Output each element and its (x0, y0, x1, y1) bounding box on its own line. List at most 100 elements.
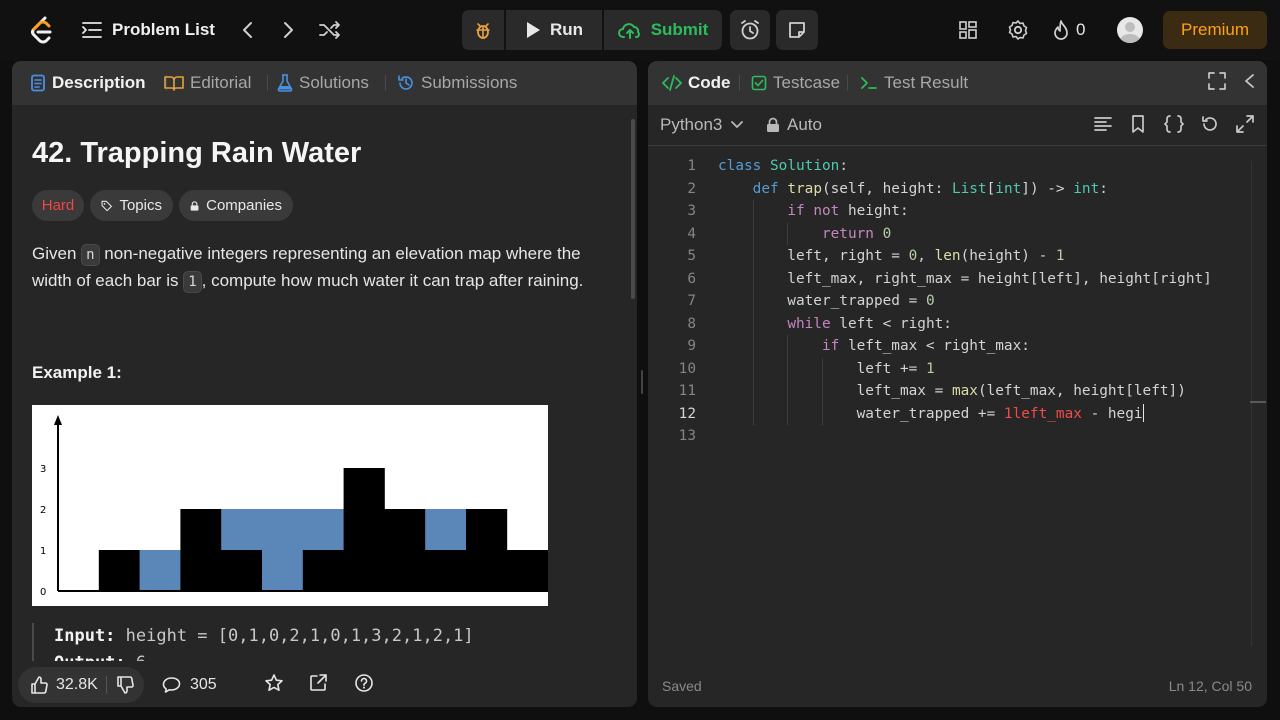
favorite-button[interactable] (264, 673, 284, 698)
companies-button[interactable]: Companies (179, 190, 293, 221)
shuffle-button[interactable] (315, 16, 345, 44)
statement-text: Given (32, 244, 82, 263)
bug-icon (476, 23, 490, 39)
description-scroll-thumb[interactable] (631, 119, 635, 299)
code-line[interactable]: 2 def trap(self, height: List[int]) -> i… (648, 178, 1248, 201)
code-text: if not height: (787, 203, 909, 219)
elevation-bar (98, 550, 140, 591)
code-line[interactable]: 6 left_max, right_max = height[left], he… (648, 268, 1248, 291)
language-select[interactable]: Python3 (660, 115, 744, 135)
next-problem-button[interactable] (276, 16, 302, 44)
y-tick-label: 3 (40, 464, 46, 475)
gear-icon (1008, 20, 1028, 40)
bookmark-button[interactable] (1128, 114, 1148, 139)
thumbs-down-icon (117, 676, 134, 694)
output-label: Output: (54, 653, 126, 661)
indent-guide (752, 312, 754, 335)
indent-guide (752, 267, 754, 290)
description-panel: Description Editorial Solutions Submissi… (12, 61, 637, 707)
leetcode-logo-icon[interactable] (26, 14, 58, 46)
run-button[interactable]: Run (506, 10, 602, 50)
indent-guide (752, 200, 754, 223)
collapse-panel-button[interactable] (1243, 71, 1255, 96)
like-button[interactable]: 32.8K (18, 667, 106, 703)
lock-icon (190, 200, 199, 211)
help-button[interactable] (354, 673, 374, 698)
tab-divider (739, 75, 740, 91)
share-button[interactable] (308, 673, 328, 698)
streak-counter[interactable]: 0 (1052, 16, 1085, 44)
y-axis-arrow (54, 415, 62, 425)
tab-submissions-label: Submissions (421, 73, 518, 92)
code-line[interactable]: 1 class Solution: (648, 155, 1248, 178)
tag-icon (101, 200, 112, 211)
elevation-bar (343, 468, 385, 591)
tab-solutions[interactable]: Solutions (277, 61, 369, 105)
tab-testcase[interactable]: Testcase (751, 61, 840, 105)
run-label: Run (549, 20, 584, 39)
code-line[interactable]: 13 (648, 425, 1248, 448)
code-line[interactable]: 10 left += 1 (648, 358, 1248, 381)
language-label: Python3 (660, 115, 723, 134)
tab-testcase-label: Testcase (773, 73, 841, 92)
comments-button[interactable]: 305 (162, 671, 217, 699)
indent-guide (752, 357, 754, 380)
fullscreen-button[interactable] (1235, 114, 1255, 139)
code-line[interactable]: 3 if not height: (648, 200, 1248, 223)
line-number: 3 (687, 203, 696, 219)
code-line[interactable]: 9 if left_max < right_max: (648, 335, 1248, 358)
previous-problem-button[interactable] (234, 16, 260, 44)
tab-test-result[interactable]: Test Result (860, 61, 968, 105)
editor-status-bar: Saved Ln 12, Col 50 (648, 673, 1267, 699)
tab-divider (267, 75, 268, 91)
chevron-right-icon (284, 22, 293, 38)
code-editor[interactable]: 1 class Solution: 2 def trap(self, height:… (648, 155, 1248, 455)
problem-list-label: Problem List (112, 20, 215, 39)
code-text: water_trapped = 0 (718, 293, 935, 309)
reset-button[interactable] (1200, 114, 1220, 139)
line-number: 8 (687, 315, 696, 332)
star-icon (265, 674, 283, 691)
code-text: left += 1 (856, 360, 935, 377)
auto-mode-toggle[interactable]: Auto (766, 115, 822, 135)
layout-button[interactable] (954, 16, 982, 44)
format-button[interactable] (1093, 114, 1113, 139)
checkbox-icon (751, 75, 767, 91)
notes-button[interactable] (776, 10, 818, 50)
maximize-button[interactable] (1207, 71, 1227, 96)
example-io-block: Input: height = [0,1,0,2,1,0,1,3,2,1,2,1… (32, 623, 622, 661)
code-line[interactable]: 12 water_trapped += 1left_max - hegi (648, 403, 1248, 426)
indent-guide (752, 290, 754, 313)
elevation-bar (506, 550, 548, 591)
timer-button[interactable] (730, 10, 770, 50)
tab-test-result-label: Test Result (884, 73, 969, 92)
tab-description[interactable]: Description (30, 61, 146, 105)
elevation-bar (302, 550, 344, 591)
braces-button[interactable] (1163, 114, 1185, 139)
code-line[interactable]: 8 while left < right: (648, 313, 1248, 336)
code-line[interactable]: 11 left_max = max(left_max, height[left]… (648, 380, 1248, 403)
code-line[interactable]: 7 water_trapped = 0 (648, 290, 1248, 313)
problem-list-button[interactable]: Problem List (82, 15, 215, 45)
tab-code[interactable]: Code (662, 61, 731, 105)
topics-button[interactable]: Topics (90, 190, 173, 221)
code-line[interactable]: 5 left, right = 0, len(height) - 1 (648, 245, 1248, 268)
tab-submissions[interactable]: Submissions (397, 61, 517, 105)
submit-button[interactable]: Submit (604, 10, 722, 50)
description-icon (31, 74, 45, 92)
tab-editorial[interactable]: Editorial (164, 61, 251, 105)
cloud-upload-icon (617, 23, 640, 39)
code-line[interactable]: 4 return 0 (648, 223, 1248, 246)
share-icon (310, 674, 327, 691)
indent-guide (822, 380, 824, 403)
line-number: 5 (687, 248, 696, 264)
panel-resize-handle[interactable] (641, 370, 643, 394)
user-avatar[interactable] (1117, 17, 1143, 43)
water-block (262, 509, 304, 591)
dislike-button[interactable] (107, 667, 143, 703)
editor-scrollbar[interactable] (1251, 161, 1252, 646)
debug-button[interactable] (462, 10, 504, 50)
settings-button[interactable] (1004, 16, 1032, 44)
premium-button[interactable]: Premium (1163, 11, 1267, 49)
streak-count: 0 (1076, 20, 1086, 39)
